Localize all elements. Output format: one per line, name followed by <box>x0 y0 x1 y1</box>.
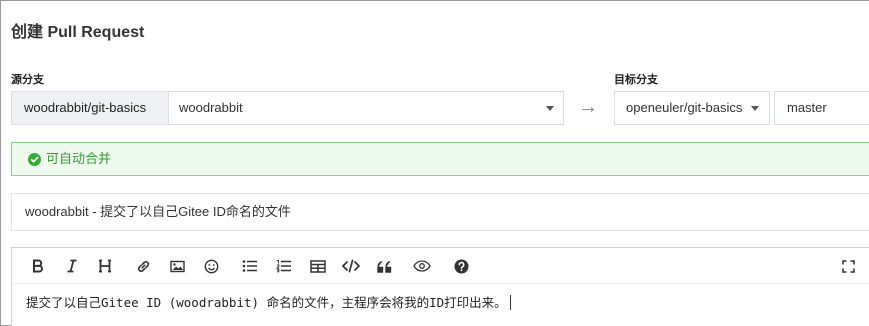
source-branch-select[interactable]: woodrabbit <box>168 91 564 125</box>
bold-icon[interactable] <box>28 256 48 276</box>
image-icon[interactable] <box>167 256 187 276</box>
arrow-right-icon: → <box>578 96 598 118</box>
italic-icon[interactable] <box>62 256 82 276</box>
emoji-icon[interactable] <box>201 256 221 276</box>
source-repo: woodrabbit/git-basics <box>11 91 168 125</box>
chevron-down-icon <box>751 106 759 111</box>
merge-status-banner: 可自动合并 <box>11 142 869 176</box>
help-icon[interactable] <box>451 256 471 276</box>
merge-status-text: 可自动合并 <box>46 151 112 166</box>
heading-icon[interactable] <box>95 256 115 276</box>
table-icon[interactable] <box>308 256 328 276</box>
fullscreen-icon[interactable] <box>838 256 858 276</box>
target-branch-label: 目标分支 <box>614 74 658 86</box>
quote-icon[interactable] <box>375 256 395 276</box>
page-title: 创建 Pull Request <box>11 24 145 41</box>
link-icon[interactable] <box>133 256 153 276</box>
pr-title-value: woodrabbit - 提交了以自己Gitee ID命名的文件 <box>25 204 291 219</box>
source-branch-label: 源分支 <box>11 74 44 86</box>
preview-icon[interactable] <box>412 256 432 276</box>
code-icon[interactable] <box>341 256 361 276</box>
target-branch-select[interactable]: master <box>774 91 869 125</box>
markdown-editor[interactable]: 提交了以自己Gitee ID (woodrabbit) 命名的文件，主程序会将我… <box>11 247 869 326</box>
bullet-list-icon[interactable] <box>240 256 260 276</box>
ordered-list-icon[interactable] <box>274 256 294 276</box>
pr-description-textarea[interactable]: 提交了以自己Gitee ID (woodrabbit) 命名的文件，主程序会将我… <box>26 292 511 311</box>
pr-description-content: 提交了以自己Gitee ID (woodrabbit) 命名的文件，主程序会将我… <box>26 295 507 310</box>
pr-title-input[interactable]: woodrabbit - 提交了以自己Gitee ID命名的文件 <box>11 193 869 231</box>
text-cursor <box>509 295 511 310</box>
toolbar-divider <box>12 283 869 284</box>
editor-toolbar <box>12 248 869 284</box>
source-branch-value: woodrabbit <box>179 100 243 115</box>
check-circle-icon <box>28 153 41 166</box>
target-repo-value: openeuler/git-basics <box>626 100 743 115</box>
target-repo-select[interactable]: openeuler/git-basics <box>614 91 770 125</box>
chevron-down-icon <box>546 106 554 111</box>
target-branch-value: master <box>787 100 827 115</box>
